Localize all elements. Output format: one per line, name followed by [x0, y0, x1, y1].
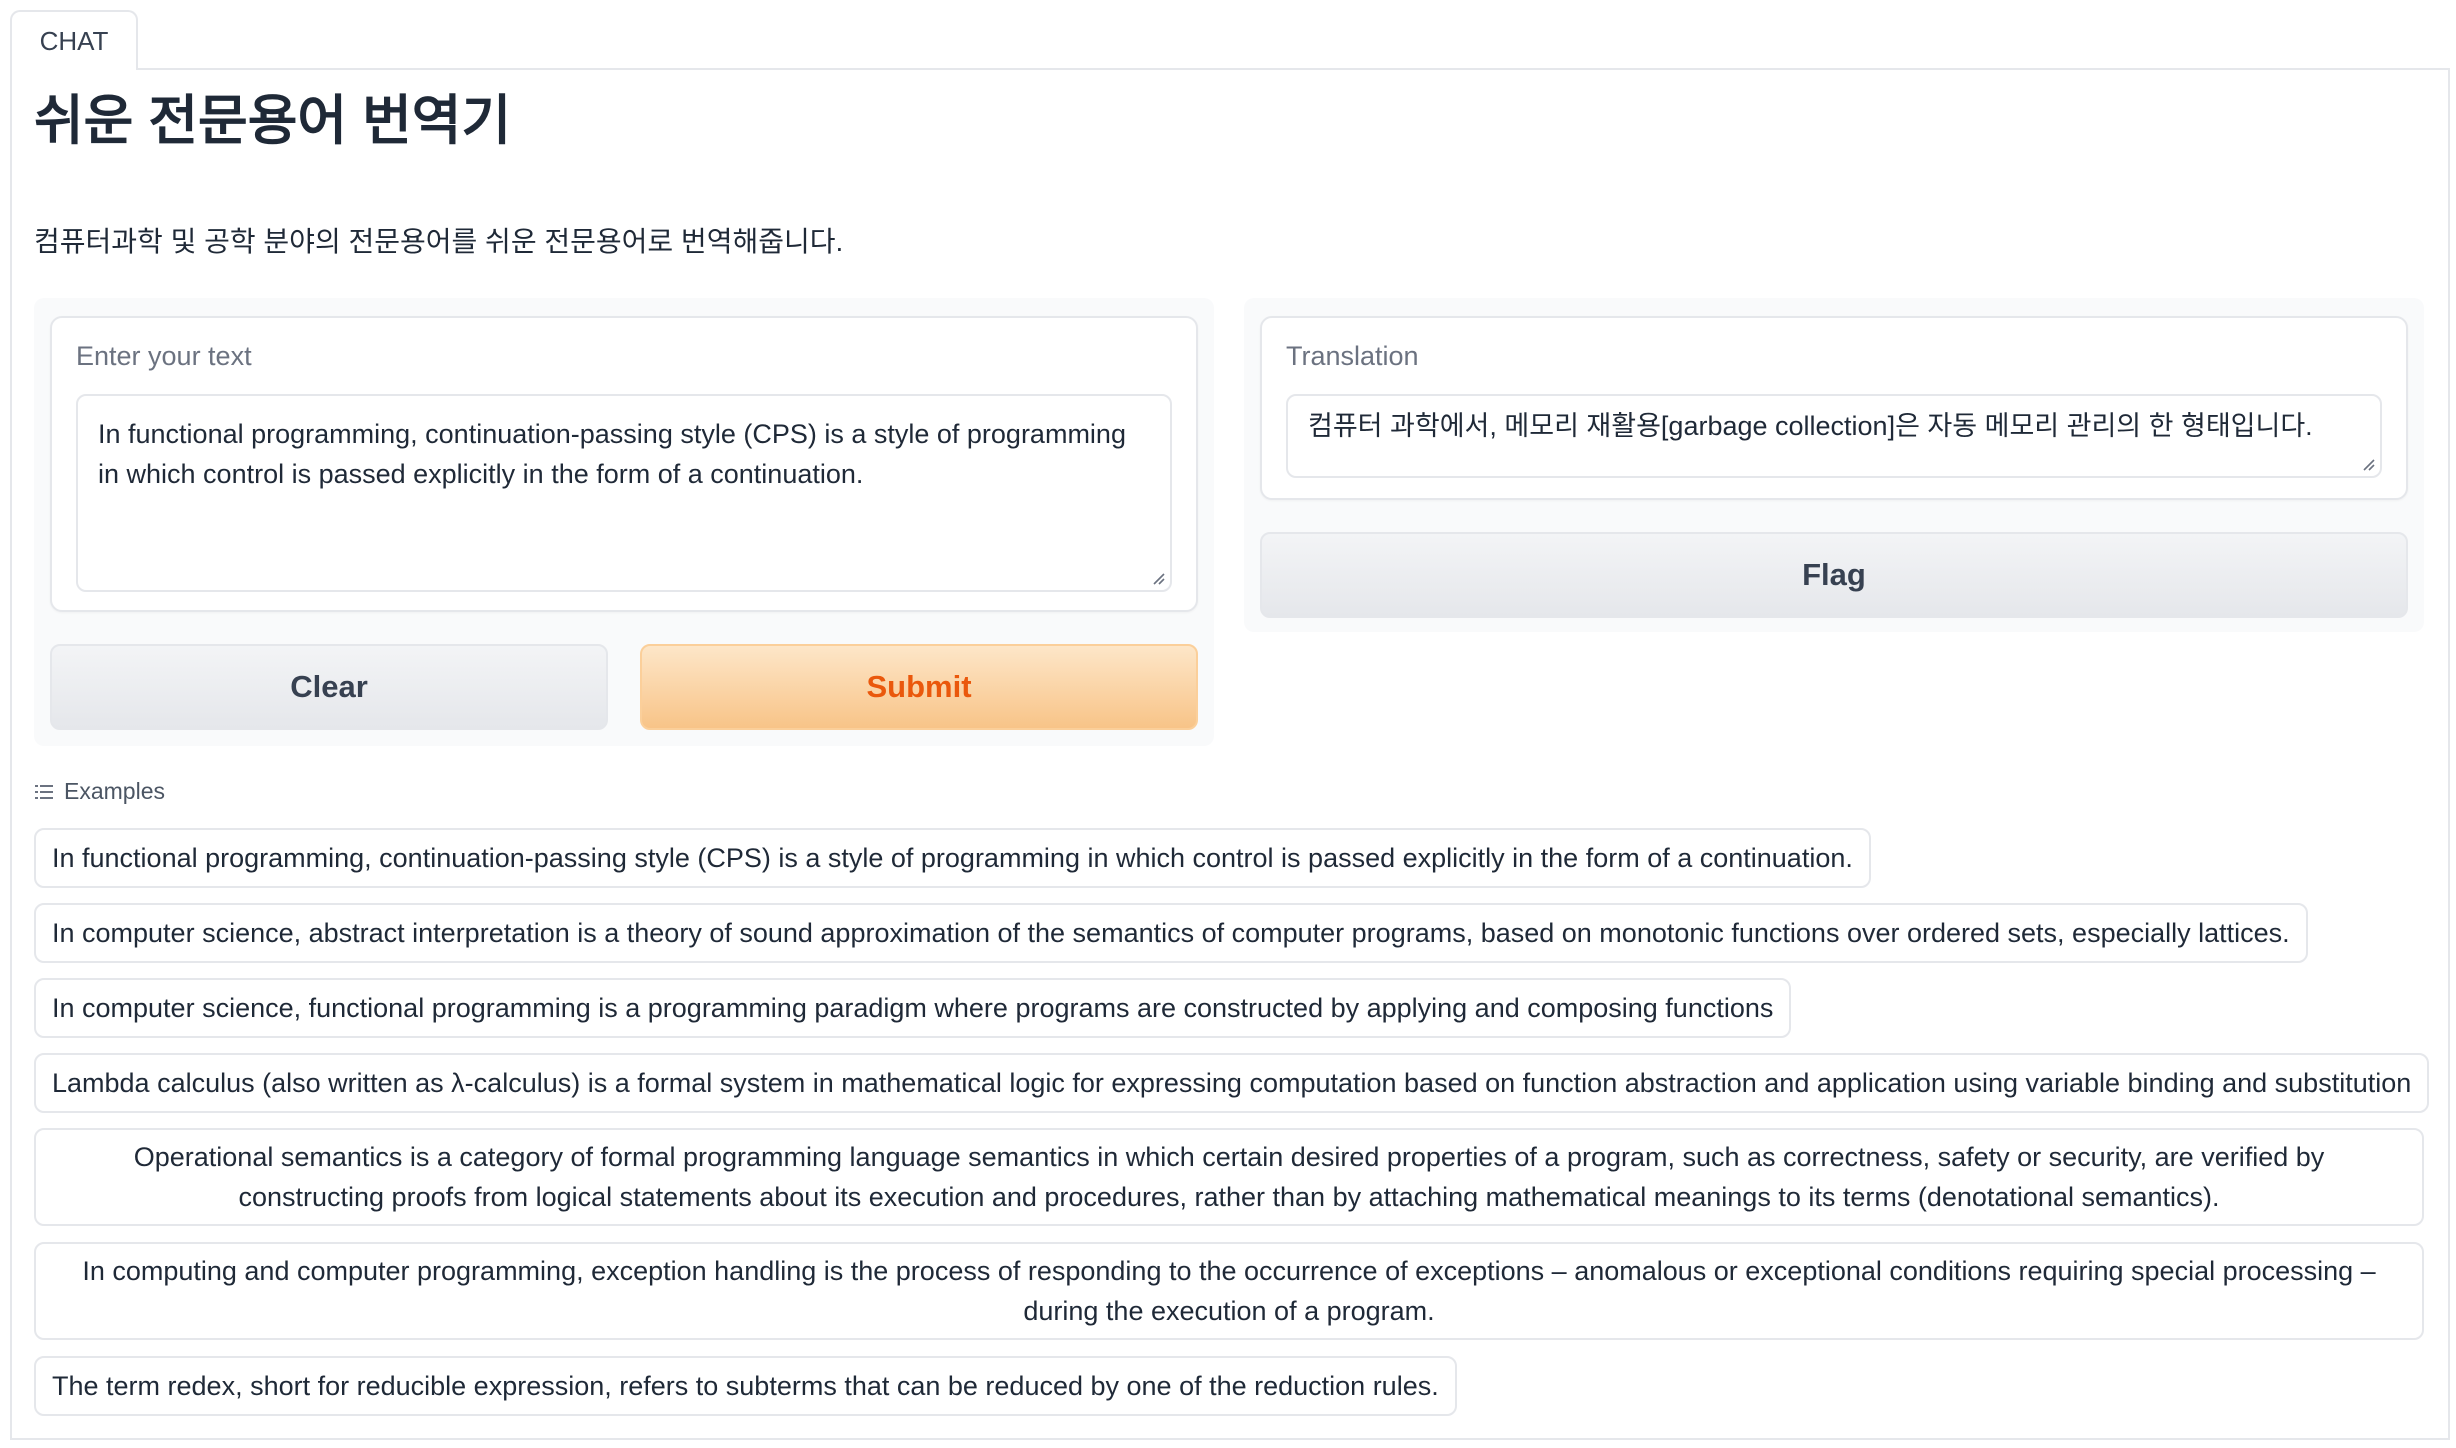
output-column: Translation 컴퓨터 과학에서, 메모리 재활용[garbage co…	[1244, 298, 2424, 632]
tab-panel	[10, 68, 2450, 1440]
page-title: 쉬운 전문용어 번역기	[34, 91, 512, 151]
list-icon	[35, 784, 53, 799]
submit-button[interactable]: Submit	[640, 644, 1198, 730]
flag-button[interactable]: Flag	[1260, 532, 2408, 618]
example-item-5[interactable]: Operational semantics is a category of f…	[34, 1128, 2424, 1226]
example-item-2[interactable]: In computer science, abstract interpreta…	[34, 903, 2308, 963]
tab-chat[interactable]: CHAT	[10, 10, 138, 70]
examples-header: Examples	[34, 778, 165, 805]
example-item-6[interactable]: In computing and computer programming, e…	[34, 1242, 2424, 1340]
output-label: Translation	[1286, 341, 1419, 371]
input-textarea[interactable]: In functional programming, continuation-…	[76, 394, 1172, 592]
input-text: In functional programming, continuation-…	[98, 419, 1126, 489]
example-item-4[interactable]: Lambda calculus (also written as λ-calcu…	[34, 1053, 2430, 1113]
output-block: Translation 컴퓨터 과학에서, 메모리 재활용[garbage co…	[1260, 316, 2408, 500]
output-textarea[interactable]: 컴퓨터 과학에서, 메모리 재활용[garbage collection]은 자…	[1286, 394, 2382, 478]
examples-label: Examples	[64, 778, 165, 804]
output-text: 컴퓨터 과학에서, 메모리 재활용[garbage collection]은 자…	[1308, 411, 2313, 441]
example-item-1[interactable]: In functional programming, continuation-…	[34, 828, 1871, 888]
input-column: Enter your text In functional programmin…	[34, 298, 1214, 746]
clear-button[interactable]: Clear	[50, 644, 608, 730]
input-block: Enter your text In functional programmin…	[50, 316, 1198, 612]
example-item-7[interactable]: The term redex, short for reducible expr…	[34, 1356, 1457, 1416]
page-description: 컴퓨터과학 및 공학 분야의 전문용어를 쉬운 전문용어로 번역해줍니다.	[34, 226, 844, 257]
resize-handle-icon[interactable]	[2360, 456, 2376, 472]
example-item-3[interactable]: In computer science, functional programm…	[34, 978, 1792, 1038]
input-label: Enter your text	[76, 341, 252, 371]
resize-handle-icon[interactable]	[1150, 570, 1166, 586]
